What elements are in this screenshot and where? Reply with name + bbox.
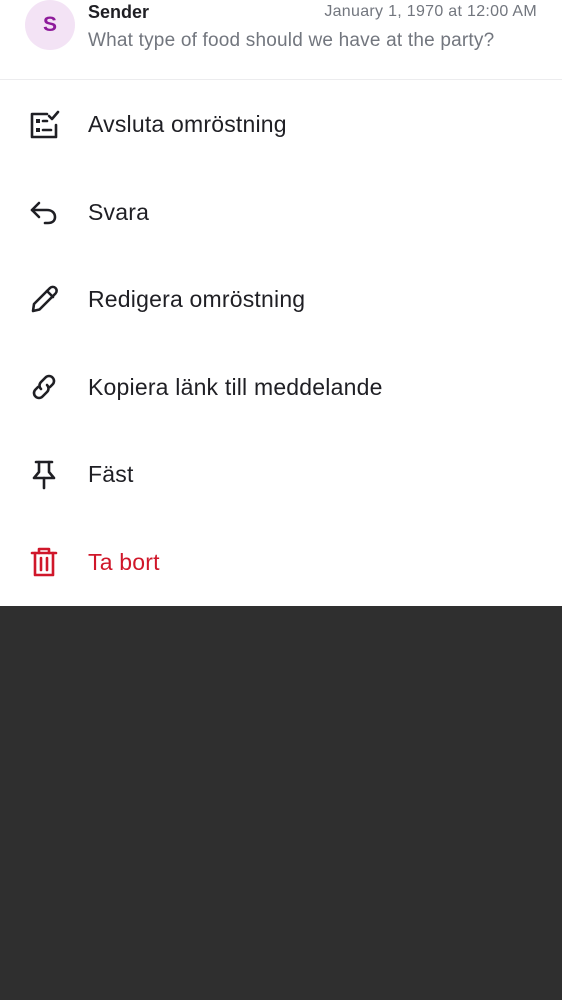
edit-pencil-icon [27,283,61,317]
menu-item-end-poll[interactable]: Avsluta omröstning [0,81,562,169]
sender-name: Sender [88,2,150,22]
action-menu: Avsluta omröstning Svara Redigera omröst… [0,81,562,606]
avatar: S [25,0,75,50]
menu-item-copy-link[interactable]: Kopiera länk till meddelande [0,344,562,432]
menu-item-reply[interactable]: Svara [0,169,562,257]
trash-icon [27,545,61,579]
menu-item-label: Svara [88,198,150,225]
link-icon [27,370,61,404]
menu-item-label: Fäst [88,461,134,488]
reply-icon [27,195,61,229]
menu-item-label: Ta bort [88,548,160,575]
menu-item-edit-poll[interactable]: Redigera omröstning [0,256,562,344]
menu-item-pin[interactable]: Fäst [0,431,562,519]
modal-backdrop[interactable] [0,606,562,1000]
menu-item-label: Redigera omröstning [88,286,306,313]
message-preview-text: What type of food should we have at the … [88,30,495,51]
message-timestamp: January 1, 1970 at 12:00 AM [324,3,537,20]
message-preview-header: S Sender January 1, 1970 at 12:00 AM Wha… [0,0,562,80]
menu-item-label: Kopiera länk till meddelande [88,373,383,400]
pin-icon [27,458,61,492]
poll-end-icon [27,108,61,142]
menu-item-label: Avsluta omröstning [88,111,287,138]
message-actions-sheet: S Sender January 1, 1970 at 12:00 AM Wha… [0,0,562,606]
menu-item-delete[interactable]: Ta bort [0,519,562,607]
